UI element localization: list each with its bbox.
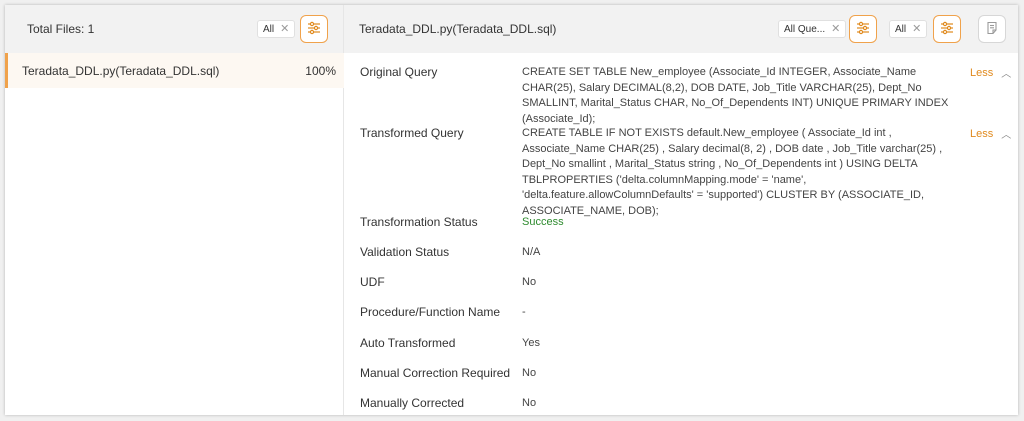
total-files-label: Total Files: 1	[27, 22, 95, 36]
file-name: Teradata_DDL.py(Teradata_DDL.sql)	[22, 63, 220, 78]
query-filter-value: All Que...	[784, 23, 826, 35]
row-value: CREATE TABLE IF NOT EXISTS default.New_e…	[522, 127, 943, 217]
close-icon[interactable]: ✕	[831, 23, 840, 35]
row-value: -	[522, 306, 526, 318]
row-value: No	[522, 276, 537, 288]
files-filter-button[interactable]	[300, 15, 328, 43]
document-icon	[985, 21, 999, 38]
file-percent: 100%	[305, 63, 336, 78]
row-value: N/A	[522, 246, 541, 258]
query-filter-button[interactable]	[849, 15, 877, 43]
chevron-up-icon: ︿	[1001, 69, 1012, 80]
row-label: Auto Transformed	[360, 336, 456, 350]
row-label: Procedure/Function Name	[360, 305, 501, 319]
sliders-icon	[940, 21, 954, 38]
file-list-item[interactable]: Teradata_DDL.py(Teradata_DDL.sql) 100%	[5, 53, 344, 88]
details-title: Teradata_DDL.py(Teradata_DDL.sql)	[359, 22, 557, 36]
row-value: No	[522, 397, 537, 409]
sliders-icon	[307, 21, 321, 38]
close-icon[interactable]: ✕	[280, 23, 289, 35]
row-value: CREATE SET TABLE New_employee (Associate…	[522, 66, 949, 125]
app-frame: Total Files: 1 All ✕ Teradata_DDL.py(Ter…	[5, 5, 1018, 415]
status-value: Success	[522, 216, 564, 228]
row-label: Validation Status	[360, 245, 450, 259]
query-filter-chip[interactable]: All Que... ✕	[778, 20, 847, 38]
notes-button[interactable]	[978, 15, 1006, 43]
row-value: No	[522, 367, 537, 379]
row-label: Original Query	[360, 65, 438, 79]
files-panel: Total Files: 1 All ✕ Teradata_DDL.py(Ter…	[5, 5, 344, 415]
files-filter-value: All	[263, 23, 275, 35]
files-panel-header: Total Files: 1 All ✕	[5, 5, 343, 53]
close-icon[interactable]: ✕	[912, 23, 921, 35]
files-filter-chip[interactable]: All ✕	[257, 20, 296, 38]
less-toggle[interactable]: Less ︿	[970, 126, 1012, 142]
less-label: Less	[970, 127, 994, 140]
chevron-up-icon: ︿	[1001, 130, 1012, 141]
sliders-icon	[856, 21, 870, 38]
details-panel-header: Teradata_DDL.py(Teradata_DDL.sql) All Qu…	[344, 5, 1018, 53]
status-filter-chip[interactable]: All ✕	[889, 20, 928, 38]
row-value: Yes	[522, 337, 540, 349]
less-label: Less	[970, 66, 994, 79]
details-panel: Teradata_DDL.py(Teradata_DDL.sql) All Qu…	[344, 5, 1018, 415]
row-label: Manual Correction Required	[360, 366, 511, 380]
less-toggle[interactable]: Less ︿	[970, 65, 1012, 81]
status-filter-value: All	[895, 23, 907, 35]
row-label: Manually Corrected	[360, 396, 465, 410]
row-label: Transformation Status	[360, 215, 478, 229]
status-filter-button[interactable]	[933, 15, 961, 43]
row-label: Transformed Query	[360, 126, 464, 140]
row-label: UDF	[360, 275, 385, 289]
